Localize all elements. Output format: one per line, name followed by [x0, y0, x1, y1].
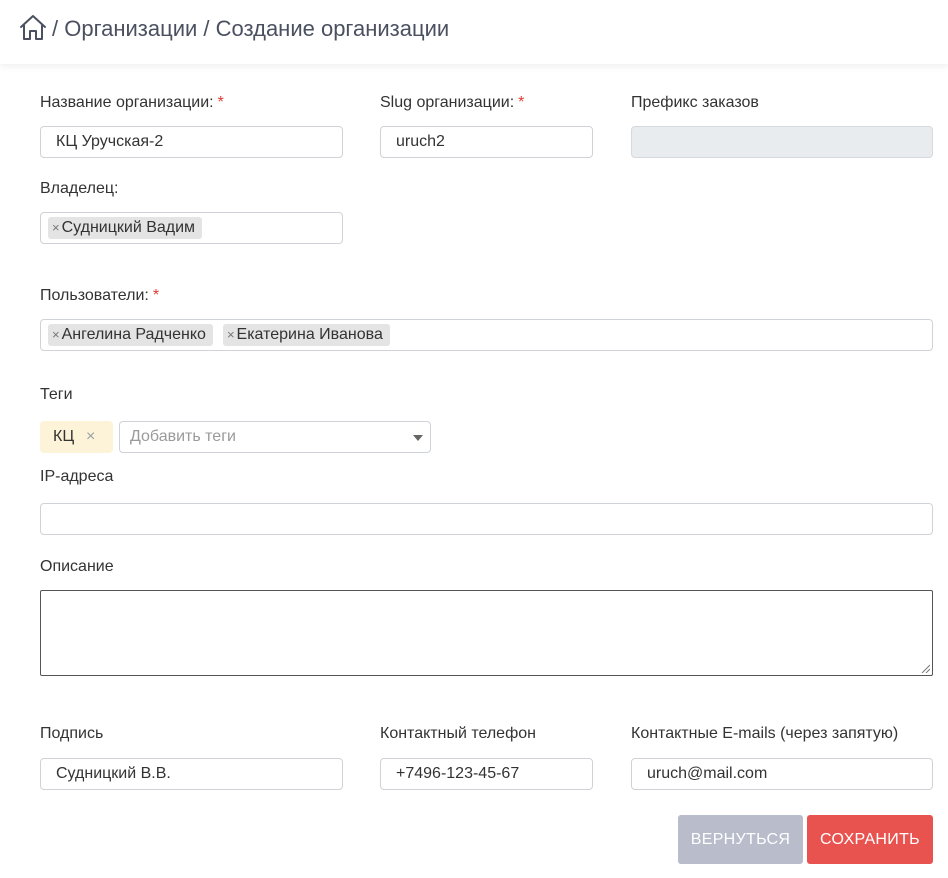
slug-input[interactable]: uruch2	[380, 126, 593, 158]
add-tags-placeholder: Добавить теги	[130, 428, 236, 445]
required-mark: *	[518, 94, 525, 111]
back-button[interactable]: Вернуться	[678, 815, 803, 864]
owner-select[interactable]: × Судницкий Вадим	[40, 212, 343, 244]
description-label: Описание	[40, 558, 114, 575]
phone-input[interactable]: +7496-123-45-67	[380, 758, 593, 790]
tags-label: Теги	[40, 386, 73, 403]
tag-chip: КЦ ×	[40, 421, 113, 453]
add-tags-select[interactable]: Добавить теги	[119, 421, 431, 453]
chevron-down-icon	[413, 435, 423, 441]
remove-chip-icon[interactable]: ×	[227, 324, 235, 346]
slug-label: Slug организации: *	[380, 94, 525, 111]
owner-label: Владелец:	[40, 180, 119, 197]
remove-chip-icon[interactable]: ×	[52, 217, 60, 239]
ip-label: IP-адреса	[40, 468, 114, 485]
owner-chip: × Судницкий Вадим	[48, 217, 203, 239]
save-button[interactable]: Сохранить	[807, 815, 933, 864]
ip-input[interactable]	[40, 503, 933, 535]
signature-label: Подпись	[40, 725, 104, 742]
resize-handle-icon[interactable]	[920, 663, 930, 673]
users-select[interactable]: × Ангелина Радченко × Екатерина Иванова	[40, 319, 933, 351]
order-prefix-input	[631, 126, 933, 158]
org-name-input[interactable]: КЦ Уручская-2	[40, 126, 343, 158]
description-textarea[interactable]	[40, 590, 933, 676]
user-chip: × Ангелина Радченко	[48, 324, 213, 346]
order-prefix-label: Префикс заказов	[631, 94, 759, 111]
org-name-label: Название организации: *	[40, 94, 224, 111]
breadcrumb: / Организации / Создание организации	[52, 16, 450, 41]
user-chip: × Екатерина Иванова	[222, 324, 390, 346]
user-chip-label: Ангелина Радченко	[61, 326, 206, 343]
signature-input[interactable]: Судницкий В.В.	[40, 758, 343, 790]
tag-chip-label: КЦ	[53, 428, 75, 445]
phone-label: Контактный телефон	[380, 725, 536, 742]
emails-label: Контактные E-mails (через запятую)	[631, 725, 899, 742]
users-label: Пользователи: *	[40, 287, 160, 304]
remove-tag-icon[interactable]: ×	[86, 421, 95, 453]
required-mark: *	[152, 287, 160, 304]
user-chip-label: Екатерина Иванова	[236, 326, 383, 343]
home-icon[interactable]	[18, 13, 48, 43]
remove-chip-icon[interactable]: ×	[52, 324, 60, 346]
owner-chip-label: Судницкий Вадим	[61, 219, 196, 236]
page-header: / Организации / Создание организации	[0, 0, 948, 64]
required-mark: *	[217, 94, 224, 111]
emails-input[interactable]: uruch@mail.com	[631, 758, 933, 790]
